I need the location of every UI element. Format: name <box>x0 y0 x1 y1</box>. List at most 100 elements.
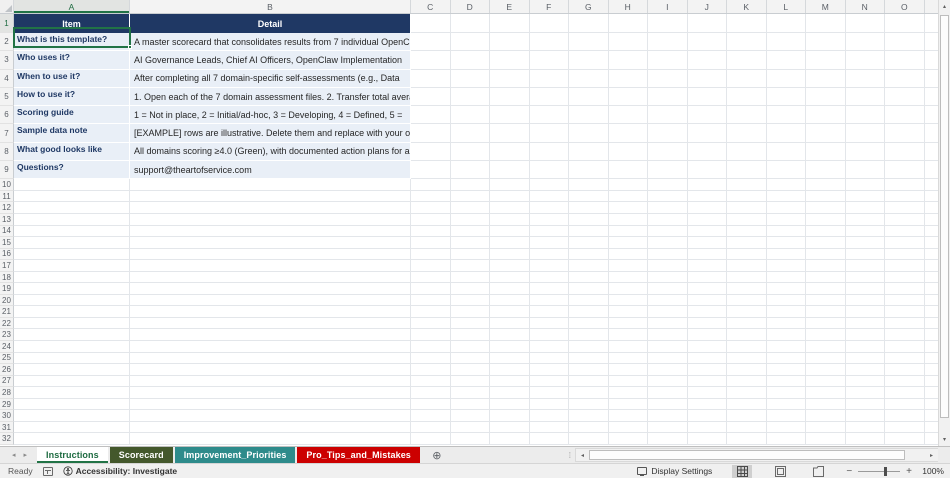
cell-O27[interactable] <box>885 376 925 388</box>
cell-C8[interactable] <box>411 143 451 161</box>
cell-F5[interactable] <box>530 88 570 106</box>
column-header-J[interactable]: J <box>688 0 728 13</box>
cell-H13[interactable] <box>609 214 649 226</box>
cell-G25[interactable] <box>569 353 609 365</box>
cell-K18[interactable] <box>727 272 767 284</box>
cell-A8[interactable]: What good looks like <box>14 143 130 161</box>
cell-B6[interactable]: 1 = Not in place, 2 = Initial/ad-hoc, 3 … <box>130 106 411 124</box>
row-header-23[interactable]: 23 <box>0 329 14 341</box>
cell-B31[interactable] <box>130 422 411 434</box>
cell-L2[interactable] <box>767 33 807 51</box>
cell-D24[interactable] <box>451 341 491 353</box>
cell-A23[interactable] <box>14 329 130 341</box>
row-header-15[interactable]: 15 <box>0 237 14 249</box>
cell-H11[interactable] <box>609 191 649 203</box>
cell-G12[interactable] <box>569 202 609 214</box>
cell-C15[interactable] <box>411 237 451 249</box>
cell-F26[interactable] <box>530 364 570 376</box>
column-header-O[interactable]: O <box>885 0 925 13</box>
scroll-left-icon[interactable]: ◂ <box>576 449 589 461</box>
cell-I6[interactable] <box>648 106 688 124</box>
cell-G30[interactable] <box>569 410 609 422</box>
cell-E28[interactable] <box>490 387 530 399</box>
cell-K12[interactable] <box>727 202 767 214</box>
cell-I25[interactable] <box>648 353 688 365</box>
page-break-preview-button[interactable] <box>808 465 828 478</box>
cell-E15[interactable] <box>490 237 530 249</box>
cell-C26[interactable] <box>411 364 451 376</box>
cell-K8[interactable] <box>727 143 767 161</box>
cell-C6[interactable] <box>411 106 451 124</box>
cell-J6[interactable] <box>688 106 728 124</box>
cell-I23[interactable] <box>648 329 688 341</box>
cell-I13[interactable] <box>648 214 688 226</box>
cell-A3[interactable]: Who uses it? <box>14 51 130 69</box>
cell-F7[interactable] <box>530 124 570 142</box>
cell-K25[interactable] <box>727 353 767 365</box>
cell-B25[interactable] <box>130 353 411 365</box>
cell-N1[interactable] <box>846 14 886 33</box>
cell-I29[interactable] <box>648 399 688 411</box>
row-header-5[interactable]: 5 <box>0 88 14 106</box>
cell-L1[interactable] <box>767 14 807 33</box>
row-header-2[interactable]: 2 <box>0 33 14 51</box>
cell-N21[interactable] <box>846 306 886 318</box>
horizontal-scrollbar[interactable]: ◂ ▸ <box>575 448 938 462</box>
cell-K4[interactable] <box>727 70 767 88</box>
cell-N22[interactable] <box>846 318 886 330</box>
cell-H18[interactable] <box>609 272 649 284</box>
cell-C23[interactable] <box>411 329 451 341</box>
cell-J25[interactable] <box>688 353 728 365</box>
cell-L25[interactable] <box>767 353 807 365</box>
cell-M30[interactable] <box>806 410 846 422</box>
cell-M20[interactable] <box>806 295 846 307</box>
cell-M14[interactable] <box>806 226 846 238</box>
cell-K24[interactable] <box>727 341 767 353</box>
cell-A31[interactable] <box>14 422 130 434</box>
cell-D30[interactable] <box>451 410 491 422</box>
cell-J28[interactable] <box>688 387 728 399</box>
cell-O30[interactable] <box>885 410 925 422</box>
cell-O26[interactable] <box>885 364 925 376</box>
cell-J12[interactable] <box>688 202 728 214</box>
cell-H17[interactable] <box>609 260 649 272</box>
cell-E8[interactable] <box>490 143 530 161</box>
cell-A4[interactable]: When to use it? <box>14 70 130 88</box>
zoom-slider-thumb[interactable] <box>884 467 887 476</box>
row-header-19[interactable]: 19 <box>0 283 14 295</box>
row-header-7[interactable]: 7 <box>0 124 14 142</box>
cell-I18[interactable] <box>648 272 688 284</box>
cell-G3[interactable] <box>569 51 609 69</box>
cell-D5[interactable] <box>451 88 491 106</box>
cell-E21[interactable] <box>490 306 530 318</box>
row-header-6[interactable]: 6 <box>0 106 14 124</box>
cell-M9[interactable] <box>806 161 846 179</box>
cell-B18[interactable] <box>130 272 411 284</box>
cell-I12[interactable] <box>648 202 688 214</box>
cell-D27[interactable] <box>451 376 491 388</box>
cell-H28[interactable] <box>609 387 649 399</box>
cell-N12[interactable] <box>846 202 886 214</box>
row-header-25[interactable]: 25 <box>0 353 14 365</box>
zoom-in-button[interactable]: + <box>906 466 912 477</box>
cell-L31[interactable] <box>767 422 807 434</box>
column-header-K[interactable]: K <box>727 0 767 13</box>
cell-A11[interactable] <box>14 191 130 203</box>
cell-B30[interactable] <box>130 410 411 422</box>
cell-E30[interactable] <box>490 410 530 422</box>
cell-B15[interactable] <box>130 237 411 249</box>
cell-B12[interactable] <box>130 202 411 214</box>
cell-K5[interactable] <box>727 88 767 106</box>
cell-K22[interactable] <box>727 318 767 330</box>
cell-K6[interactable] <box>727 106 767 124</box>
cell-G21[interactable] <box>569 306 609 318</box>
cell-M19[interactable] <box>806 283 846 295</box>
cell-I5[interactable] <box>648 88 688 106</box>
cell-O8[interactable] <box>885 143 925 161</box>
cell-N9[interactable] <box>846 161 886 179</box>
cell-D15[interactable] <box>451 237 491 249</box>
cell-I26[interactable] <box>648 364 688 376</box>
cell-A2[interactable]: What is this template? <box>14 33 130 51</box>
cell-A6[interactable]: Scoring guide <box>14 106 130 124</box>
cell-B14[interactable] <box>130 226 411 238</box>
